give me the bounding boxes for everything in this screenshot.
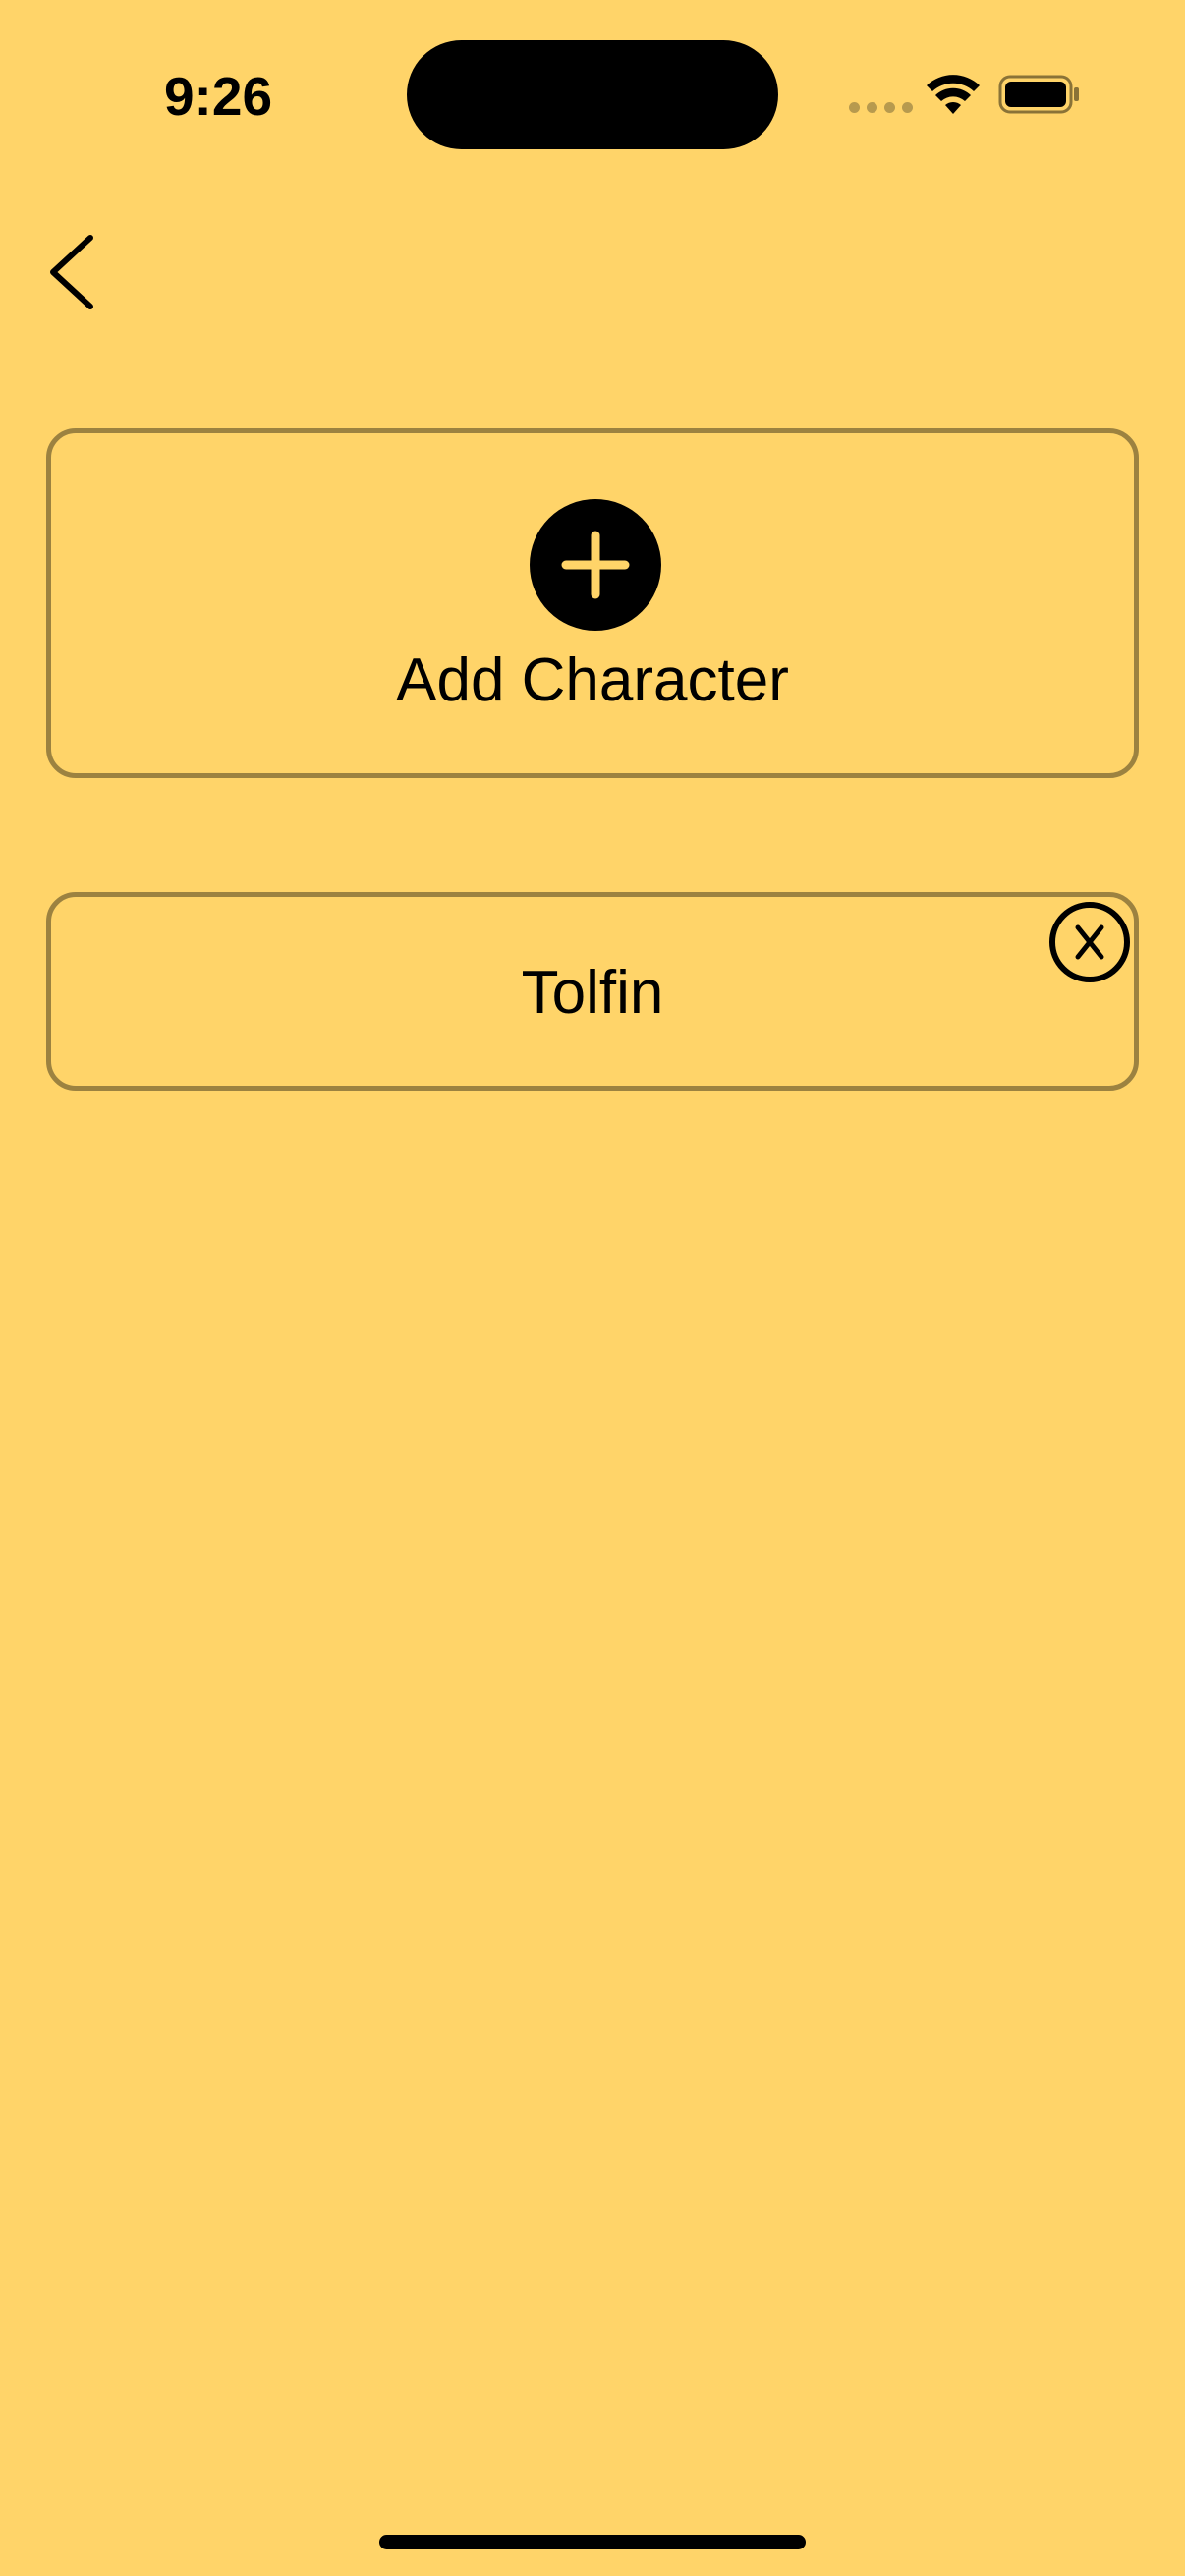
remove-character-button[interactable]	[1047, 900, 1132, 984]
add-character-button[interactable]: Add Character	[46, 428, 1139, 778]
wifi-icon	[927, 75, 980, 114]
back-button[interactable]	[39, 226, 108, 314]
add-character-label: Add Character	[396, 646, 789, 714]
cellular-signal-icon	[849, 102, 913, 113]
character-name: Tolfin	[521, 959, 664, 1027]
dynamic-island	[407, 40, 778, 149]
battery-icon	[998, 75, 1079, 114]
x-circle-icon	[1049, 902, 1130, 982]
character-card[interactable]: Tolfin	[46, 892, 1139, 1091]
chevron-left-icon	[50, 235, 93, 309]
status-bar-time: 9:26	[163, 66, 273, 127]
home-indicator[interactable]	[379, 2535, 806, 2549]
plus-circle-icon	[530, 499, 661, 631]
